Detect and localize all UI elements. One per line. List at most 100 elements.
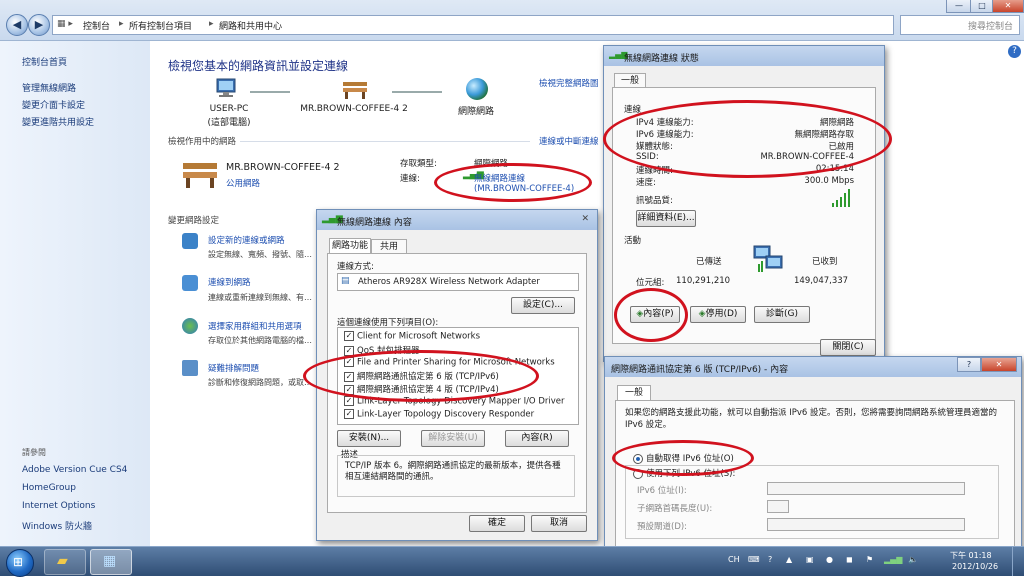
sidebar-item-adapter-settings[interactable]: 變更介面卡設定 (22, 98, 85, 111)
adapter-box: ▤ Atheros AR928X Wireless Network Adapte… (337, 273, 579, 291)
maximize-button[interactable]: □ (970, 0, 994, 13)
language-indicator[interactable]: CH (728, 555, 740, 564)
wifi-tray-icon[interactable]: ▂▄▆ (884, 555, 902, 564)
close-button[interactable]: 關閉(C) (820, 339, 876, 356)
list-item[interactable]: ✓ 網際網路通訊協定第 4 版 (TCP/IPv4) (344, 383, 499, 395)
taskbar-explorer[interactable]: ▰ (44, 549, 86, 575)
bytes-received: 149,047,337 (794, 276, 849, 286)
list-item[interactable]: ✓ QoS 封包排程器 (344, 344, 420, 356)
list-item[interactable]: ✓ File and Printer Sharing for Microsoft … (344, 357, 555, 368)
back-arrow-icon[interactable]: ◀ (6, 14, 28, 36)
default-gateway-input[interactable] (767, 518, 965, 531)
sidebar-item-advanced-sharing[interactable]: 變更進階共用設定 (22, 115, 94, 128)
task-link-connect[interactable]: 連線到網路 (208, 276, 251, 288)
details-button[interactable]: 詳細資料(E)... (636, 210, 696, 227)
dialog-title: 無線網路連線 狀態 (624, 54, 699, 64)
breadcrumb-item[interactable]: 控制台 (83, 19, 110, 32)
checkbox[interactable]: ✓ (344, 384, 354, 395)
see-also-link[interactable]: HomeGroup (22, 483, 76, 493)
close-icon[interactable]: ✕ (581, 214, 589, 224)
close-button[interactable]: ✕ (992, 0, 1024, 13)
wireless-status-dialog: ▂▄▆ 無線網路連線 狀態 一般 連線 IPv4 連線能力: 網際網路 IPv6… (603, 45, 885, 362)
full-map-link[interactable]: 檢視完整網路圖 (539, 77, 599, 89)
tray-app-icon[interactable]: ◼ (846, 555, 853, 564)
configure-button[interactable]: 設定(C)... (511, 297, 575, 314)
tray-app-icon[interactable]: ● (826, 555, 833, 564)
list-item[interactable]: ✓ Link-Layer Topology Discovery Responder (344, 409, 534, 420)
taskbar: ⊞ ▰ ▦ CH ⌨ ? ▲ ▣ ● ◼ ⚑ ▂▄▆ 🔈 下午 01:18 20… (0, 546, 1024, 577)
media-state-value: 已啟用 (828, 142, 854, 152)
connect-disconnect-link[interactable]: 連線或中斷連線 (539, 135, 599, 147)
task-link-troubleshoot[interactable]: 疑難排解問題 (208, 362, 259, 374)
bytes-label: 位元組: (636, 278, 665, 288)
volume-icon[interactable]: 🔈 (908, 555, 918, 564)
radio-unselected[interactable] (633, 468, 643, 479)
show-desktop-button[interactable] (1012, 547, 1024, 576)
wireless-connection-link[interactable]: 無線網路連線 (474, 172, 525, 184)
clock-time[interactable]: 下午 01:18 (950, 550, 992, 561)
list-item[interactable]: ✓ 網際網路通訊協定第 6 版 (TCP/IPv6) (344, 370, 499, 382)
radio-selected[interactable] (633, 453, 643, 464)
tab-sharing[interactable]: 共用 (371, 239, 407, 254)
ipv6-address-input[interactable] (767, 482, 965, 495)
received-label: 已收到 (812, 257, 838, 267)
minimize-button[interactable]: — (946, 0, 972, 13)
tab-general[interactable]: 一般 (617, 385, 651, 400)
properties-button[interactable]: ◈內容(P) (630, 306, 680, 323)
network-name: MR.BROWN-COFFEE-4 2 (300, 104, 408, 114)
checkbox[interactable]: ✓ (344, 396, 354, 406)
close-button[interactable]: ✕ (981, 357, 1017, 372)
sidebar-item-manage-wireless[interactable]: 管理無線網路 (22, 81, 76, 94)
task-link-new-connection[interactable]: 設定新的連線或網路 (208, 234, 285, 246)
cancel-button[interactable]: 取消 (531, 515, 587, 532)
ok-button[interactable]: 確定 (469, 515, 525, 532)
speed-value: 300.0 Mbps (804, 176, 854, 186)
subnet-prefix-input[interactable] (767, 500, 789, 513)
control-panel-icon: ▦ (103, 553, 117, 569)
manual-ipv6-radio[interactable]: 使用下列 IPv6 位址(S): (633, 467, 736, 479)
list-item[interactable]: ✓ Link-Layer Topology Discovery Mapper I/… (344, 396, 564, 407)
tab-networking[interactable]: 網路功能 (329, 238, 371, 253)
forward-arrow-icon[interactable]: ▶ (28, 14, 50, 36)
task-link-homegroup[interactable]: 選擇家用群組和共用選項 (208, 320, 302, 332)
help-icon[interactable]: ? (768, 555, 772, 564)
globe-icon (466, 78, 488, 100)
taskbar-control-panel[interactable]: ▦ (90, 549, 132, 575)
chevron-up-icon[interactable]: ▲ (786, 555, 792, 564)
address-bar[interactable]: ▦ ▸ 控制台 ▸ 所有控制台項目 ▸ 網路和共用中心 (52, 15, 894, 35)
flag-icon[interactable]: ⚑ (866, 555, 873, 564)
tab-general[interactable]: 一般 (614, 73, 646, 88)
network-type-link[interactable]: 公用網路 (226, 177, 260, 189)
see-also-link[interactable]: Adobe Version Cue CS4 (22, 465, 127, 475)
keyboard-icon[interactable]: ⌨ (748, 555, 760, 564)
disable-button[interactable]: ◈停用(D) (690, 306, 746, 323)
clock-date[interactable]: 2012/10/26 (952, 562, 998, 571)
help-icon[interactable]: ? (1008, 45, 1021, 58)
tray-app-icon[interactable]: ▣ (806, 555, 814, 564)
control-panel-icon: ▦ ▸ (57, 19, 73, 29)
item-properties-button[interactable]: 內容(R) (505, 430, 569, 447)
search-placeholder: 搜尋控制台 (967, 22, 1013, 32)
uninstall-button[interactable]: 解除安裝(U) (421, 430, 485, 447)
ipv6-label: IPv6 連線能力: (636, 130, 694, 140)
checkbox[interactable]: ✓ (344, 357, 354, 367)
install-button[interactable]: 安裝(N)... (337, 430, 401, 447)
start-button[interactable]: ⊞ (6, 549, 34, 577)
task-description: 設定無線、寬頻、撥號、隨… (208, 250, 312, 259)
search-input[interactable]: 搜尋控制台 (900, 15, 1020, 35)
wireless-ssid-link[interactable]: (MR.BROWN-COFFEE-4) (474, 184, 574, 194)
checkbox[interactable]: ✓ (344, 345, 354, 356)
breadcrumb-item[interactable]: 所有控制台項目 (129, 19, 192, 32)
checkbox[interactable]: ✓ (344, 331, 354, 341)
sidebar-home-link[interactable]: 控制台首頁 (22, 55, 67, 68)
diagnose-button[interactable]: 診斷(G) (754, 306, 810, 323)
auto-ipv6-radio[interactable]: 自動取得 IPv6 位址(O) (633, 452, 734, 464)
see-also-link[interactable]: Internet Options (22, 501, 95, 511)
list-item[interactable]: ✓ Client for Microsoft Networks (344, 331, 480, 342)
new-connection-icon (182, 233, 198, 249)
help-button[interactable]: ? (957, 357, 981, 372)
see-also-link[interactable]: Windows 防火牆 (22, 519, 92, 532)
checkbox[interactable]: ✓ (344, 409, 354, 419)
checkbox[interactable]: ✓ (344, 371, 354, 382)
breadcrumb-item[interactable]: 網路和共用中心 (219, 19, 282, 32)
